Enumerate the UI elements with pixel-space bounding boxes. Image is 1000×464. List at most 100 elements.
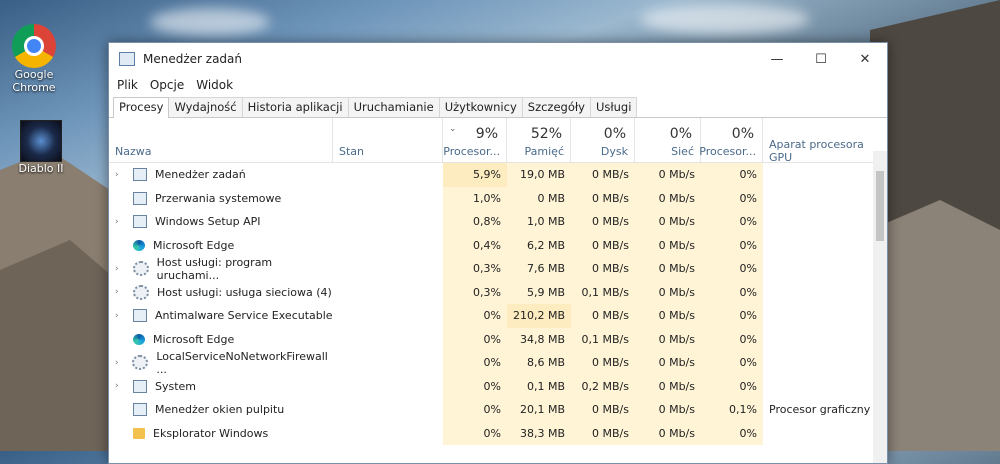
tab-details[interactable]: Szczegóły bbox=[521, 97, 591, 117]
memory-cell: 0,1 MB bbox=[507, 374, 571, 398]
table-row[interactable]: › Host usługi: usługa sieciowa (4) 0,3% … bbox=[109, 280, 887, 305]
expand-chevron-icon[interactable]: › bbox=[115, 217, 129, 227]
table-row[interactable]: › System 0% 0,1 MB 0,2 MB/s 0 Mb/s 0% bbox=[109, 374, 887, 399]
gpu-cell: 0% bbox=[701, 210, 763, 234]
task-manager-window: Menedżer zadań — ☐ ✕ Plik Opcje Widok Pr… bbox=[108, 42, 888, 464]
table-row[interactable]: Microsoft Edge 0,4% 6,2 MB 0 MB/s 0 Mb/s… bbox=[109, 233, 887, 258]
column-header-memory[interactable]: 52% Pamięć bbox=[507, 118, 571, 162]
tab-performance[interactable]: Wydajność bbox=[168, 97, 243, 117]
memory-cell: 7,6 MB bbox=[507, 257, 571, 281]
process-name-cell: Menedżer okien pulpitu bbox=[109, 398, 333, 422]
table-row[interactable]: Przerwania systemowe 1,0% 0 MB 0 MB/s 0 … bbox=[109, 186, 887, 210]
memory-cell: 1,0 MB bbox=[507, 210, 571, 234]
expand-chevron-icon[interactable]: › bbox=[115, 381, 129, 391]
disk-cell: 0 MB/s bbox=[571, 257, 635, 281]
gpu-cell: 0% bbox=[701, 233, 763, 257]
network-cell: 0 Mb/s bbox=[635, 186, 701, 210]
menu-view[interactable]: Widok bbox=[196, 78, 233, 92]
disk-cell: 0,1 MB/s bbox=[571, 280, 635, 304]
network-cell: 0 Mb/s bbox=[635, 233, 701, 257]
network-cell: 0 Mb/s bbox=[635, 421, 701, 445]
expand-chevron-icon[interactable]: › bbox=[115, 311, 129, 321]
column-header-disk[interactable]: 0% Dysk bbox=[571, 118, 635, 162]
edge-icon bbox=[133, 239, 145, 251]
disk-cell: 0 MB/s bbox=[571, 398, 635, 422]
cpu-cell: 0% bbox=[443, 351, 507, 375]
tab-users[interactable]: Użytkownicy bbox=[438, 97, 523, 117]
column-header-cpu[interactable]: ⌄ 9% Procesor... bbox=[443, 118, 507, 162]
expand-chevron-icon[interactable]: › bbox=[115, 264, 129, 274]
table-row[interactable]: Eksplorator Windows 0% 38,3 MB 0 MB/s 0 … bbox=[109, 421, 887, 446]
table-row[interactable]: Microsoft Edge 0% 34,8 MB 0,1 MB/s 0 Mb/… bbox=[109, 327, 887, 351]
tab-services[interactable]: Usługi bbox=[589, 97, 638, 117]
table-row[interactable]: Menedżer okien pulpitu 0% 20,1 MB 0 MB/s… bbox=[109, 398, 887, 422]
disk-cell: 0,2 MB/s bbox=[571, 374, 635, 398]
app-icon bbox=[133, 309, 147, 323]
expand-chevron-icon[interactable]: › bbox=[115, 170, 129, 180]
tab-app-history[interactable]: Historia aplikacji bbox=[241, 97, 349, 117]
process-name-cell: Microsoft Edge bbox=[109, 234, 333, 258]
table-row[interactable]: › LocalServiceNoNetworkFirewall ... 0% 8… bbox=[109, 349, 887, 376]
tab-processes[interactable]: Procesy bbox=[113, 97, 170, 118]
process-name: LocalServiceNoNetworkFirewall ... bbox=[156, 349, 328, 376]
status-cell bbox=[333, 375, 443, 399]
gpu-engine-cell bbox=[763, 234, 887, 258]
maximize-button[interactable]: ☐ bbox=[799, 43, 843, 75]
status-cell bbox=[333, 234, 443, 258]
gpu-cell: 0% bbox=[701, 163, 763, 187]
table-row[interactable]: › Antimalware Service Executable 0% 210,… bbox=[109, 304, 887, 328]
process-name-cell: › Windows Setup API bbox=[109, 210, 333, 234]
gpu-engine-cell bbox=[763, 351, 887, 375]
titlebar[interactable]: Menedżer zadań — ☐ ✕ bbox=[109, 43, 887, 75]
menu-options[interactable]: Opcje bbox=[150, 78, 184, 92]
desktop-icon-label: Diablo II bbox=[18, 162, 64, 175]
network-cell: 0 Mb/s bbox=[635, 304, 701, 328]
table-row[interactable]: › Windows Setup API 0,8% 1,0 MB 0 MB/s 0… bbox=[109, 210, 887, 234]
folder-icon bbox=[133, 427, 145, 439]
cpu-cell: 0,8% bbox=[443, 210, 507, 234]
disk-cell: 0 MB/s bbox=[571, 233, 635, 257]
process-name: Host usługi: usługa sieciowa (4) bbox=[157, 285, 332, 299]
gpu-engine-cell bbox=[763, 422, 887, 446]
column-header-gpu-engine[interactable]: Aparat procesora GPU bbox=[763, 118, 887, 164]
tab-startup[interactable]: Uruchamianie bbox=[347, 97, 440, 117]
network-cell: 0 Mb/s bbox=[635, 210, 701, 234]
column-header-name[interactable]: Nazwa bbox=[109, 118, 333, 162]
disk-cell: 0,1 MB/s bbox=[571, 327, 635, 351]
memory-cell: 38,3 MB bbox=[507, 421, 571, 445]
process-name: Eksplorator Windows bbox=[153, 426, 269, 440]
expand-chevron-icon[interactable]: › bbox=[115, 287, 129, 297]
cpu-cell: 0% bbox=[443, 421, 507, 445]
status-cell bbox=[333, 422, 443, 446]
process-name-cell: › Menedżer zadań bbox=[109, 163, 333, 187]
table-row[interactable]: › Host usługi: program uruchami... 0,3% … bbox=[109, 256, 887, 282]
cpu-cell: 5,9% bbox=[443, 163, 507, 187]
process-name: Przerwania systemowe bbox=[155, 191, 282, 205]
vertical-scrollbar[interactable] bbox=[873, 151, 887, 463]
close-button[interactable]: ✕ bbox=[843, 43, 887, 75]
column-header-network[interactable]: 0% Sieć bbox=[635, 118, 701, 162]
scrollbar-thumb[interactable] bbox=[876, 171, 884, 241]
cpu-cell: 0,3% bbox=[443, 280, 507, 304]
memory-cell: 34,8 MB bbox=[507, 327, 571, 351]
process-name: System bbox=[155, 379, 197, 393]
desktop-icon-diablo[interactable]: Diablo II bbox=[6, 120, 76, 175]
expand-chevron-icon[interactable]: › bbox=[115, 358, 128, 368]
process-name-cell: › Host usługi: usługa sieciowa (4) bbox=[109, 281, 333, 305]
process-name-cell: › Host usługi: program uruchami... bbox=[109, 256, 333, 282]
cpu-cell: 0% bbox=[443, 327, 507, 351]
disk-cell: 0 MB/s bbox=[571, 186, 635, 210]
menu-bar: Plik Opcje Widok bbox=[109, 75, 887, 95]
table-row[interactable]: › Menedżer zadań 5,9% 19,0 MB 0 MB/s 0 M… bbox=[109, 163, 887, 187]
network-cell: 0 Mb/s bbox=[635, 374, 701, 398]
diablo-icon bbox=[20, 120, 62, 162]
status-cell bbox=[333, 210, 443, 234]
desktop-icon-chrome[interactable]: Google Chrome bbox=[0, 24, 74, 94]
minimize-button[interactable]: — bbox=[755, 43, 799, 75]
column-header-status[interactable]: Stan bbox=[333, 118, 443, 162]
column-header-gpu[interactable]: 0% Procesor... bbox=[699, 118, 763, 162]
menu-file[interactable]: Plik bbox=[117, 78, 138, 92]
cpu-cell: 0% bbox=[443, 304, 507, 328]
status-cell bbox=[333, 281, 443, 305]
memory-cell: 0 MB bbox=[507, 186, 571, 210]
